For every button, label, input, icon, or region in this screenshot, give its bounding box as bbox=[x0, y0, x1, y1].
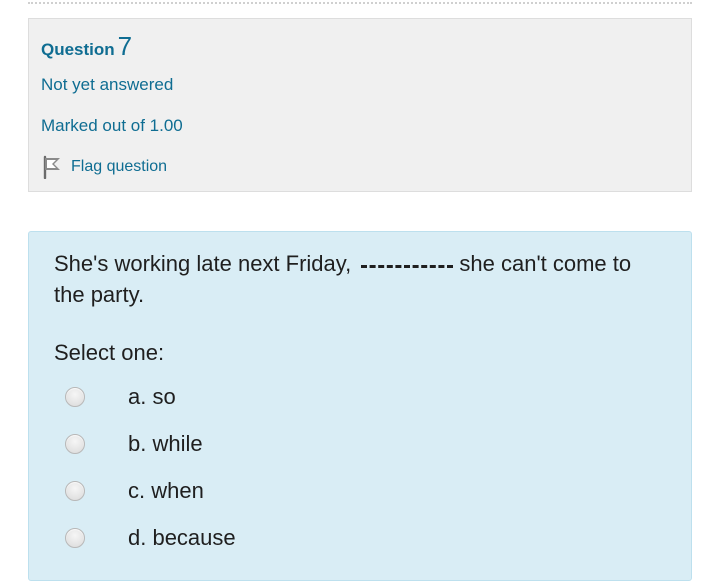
question-status: Not yet answered bbox=[41, 75, 174, 94]
radio-button[interactable] bbox=[65, 387, 85, 407]
question-heading: Question 7 bbox=[41, 31, 132, 62]
answer-option-label[interactable]: d. because bbox=[128, 525, 236, 551]
question-text: She's working late next Friday, she can'… bbox=[54, 248, 644, 310]
top-divider bbox=[28, 2, 692, 4]
answer-option-label[interactable]: a. so bbox=[128, 384, 176, 410]
answer-option-b[interactable]: b. while bbox=[65, 429, 203, 459]
question-formulation: She's working late next Friday, she can'… bbox=[28, 231, 692, 581]
flag-question-link[interactable]: Flag question bbox=[41, 155, 167, 179]
question-number: 7 bbox=[117, 31, 133, 61]
select-prompt: Select one: bbox=[54, 340, 165, 365]
radio-button[interactable] bbox=[65, 481, 85, 501]
question-label: Question bbox=[41, 40, 115, 59]
answer-option-label[interactable]: b. while bbox=[128, 431, 203, 457]
question-info-panel: Question 7 Not yet answered Marked out of… bbox=[28, 18, 692, 192]
answer-option-label[interactable]: c. when bbox=[128, 478, 204, 504]
answer-option-a[interactable]: a. so bbox=[65, 382, 176, 412]
answer-option-d[interactable]: d. because bbox=[65, 523, 236, 553]
answer-option-c[interactable]: c. when bbox=[65, 476, 204, 506]
question-text-before: She's working late next Friday, bbox=[54, 251, 352, 276]
flag-icon bbox=[43, 155, 60, 179]
flag-question-label: Flag question bbox=[71, 158, 168, 175]
radio-button[interactable] bbox=[65, 528, 85, 548]
radio-button[interactable] bbox=[65, 434, 85, 454]
answer-blank bbox=[361, 263, 454, 268]
question-grade: Marked out of 1.00 bbox=[41, 116, 183, 135]
